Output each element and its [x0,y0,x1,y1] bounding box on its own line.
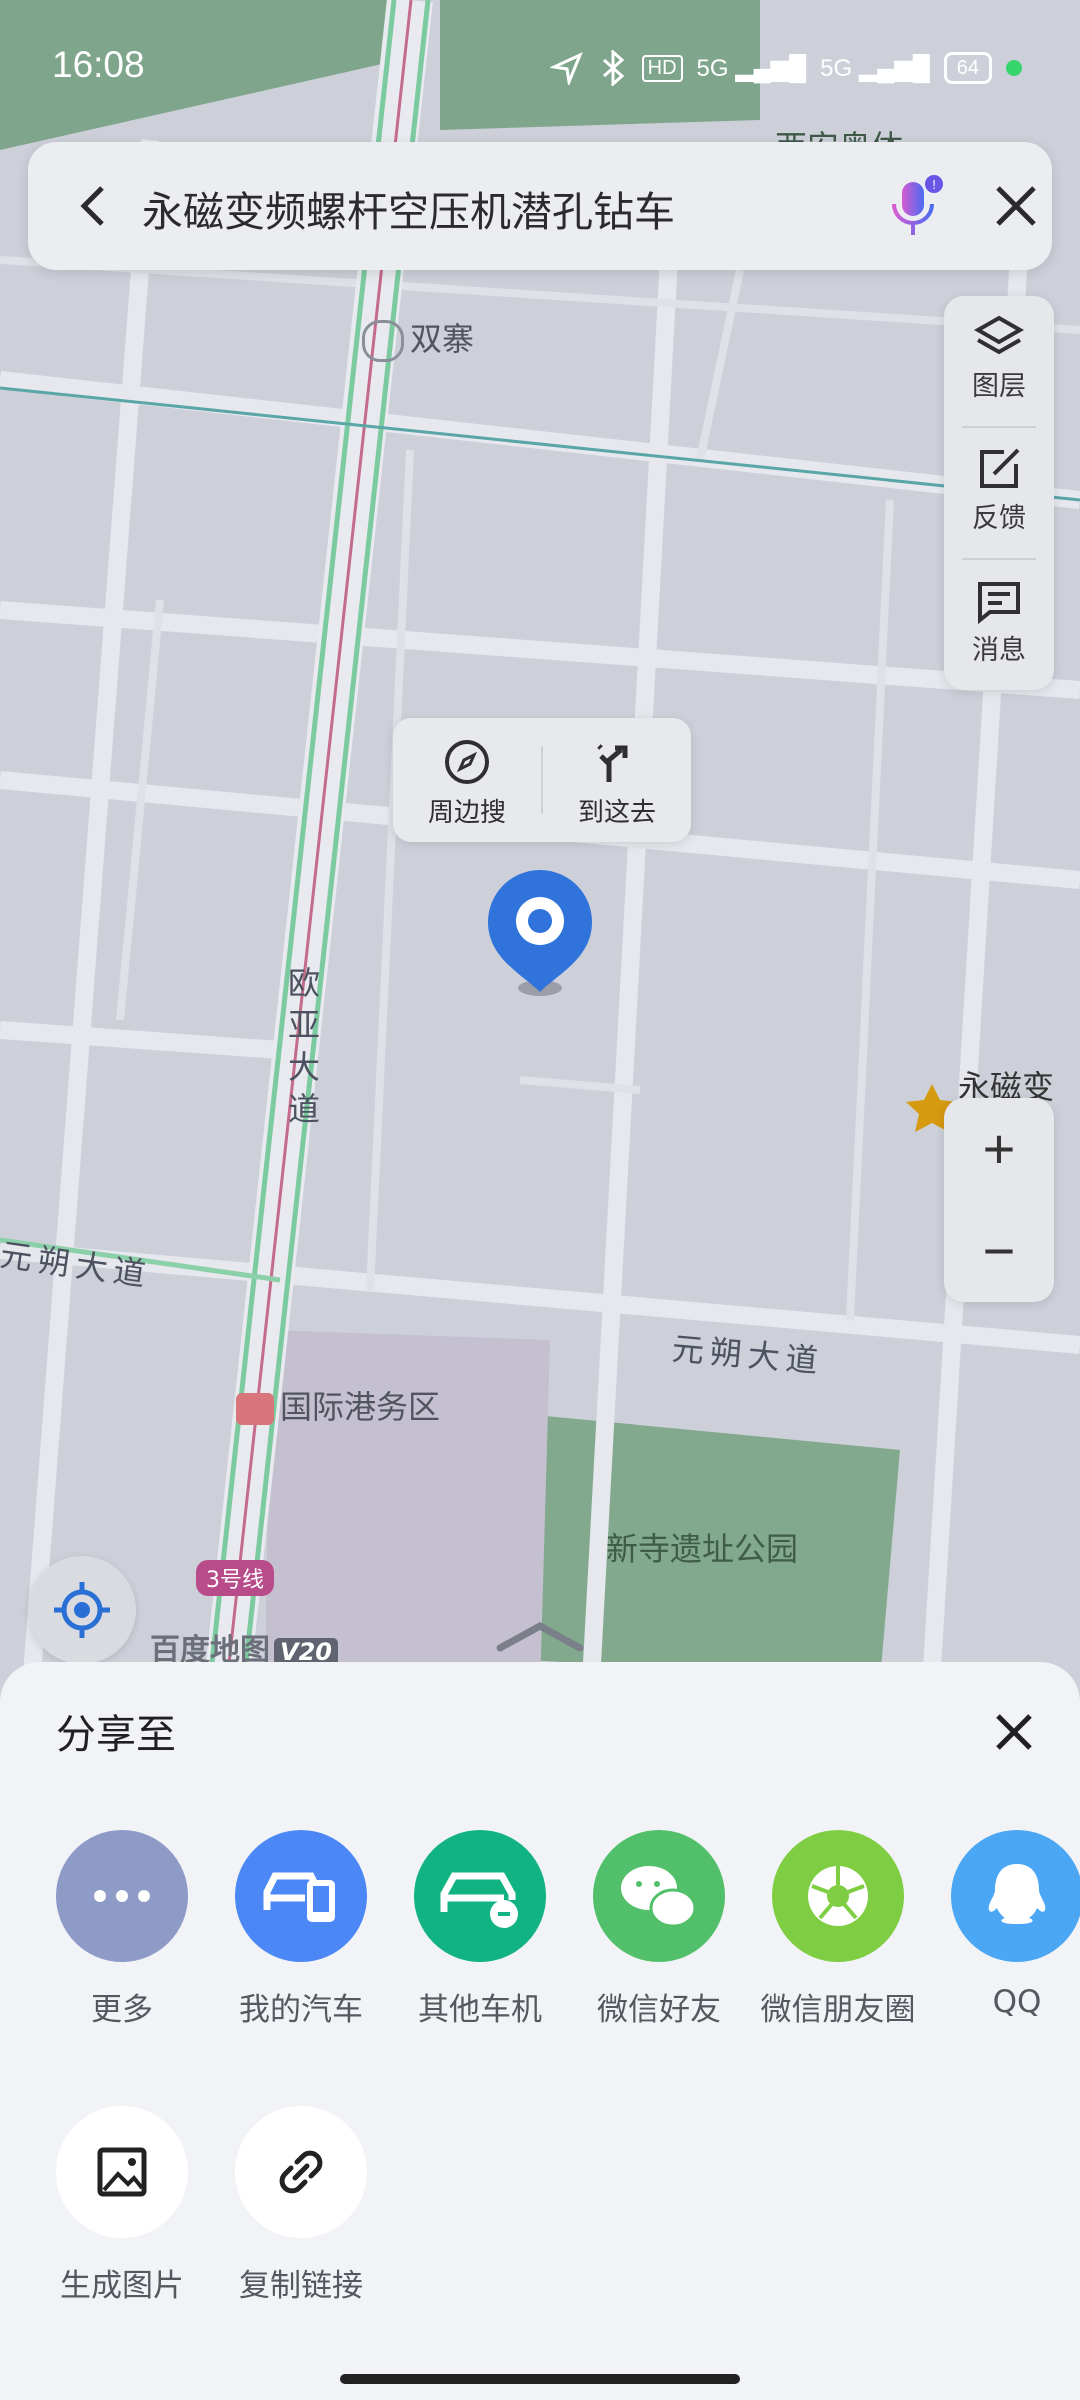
qq-icon [951,1830,1080,1962]
map-label-park: 新寺遗址公园 [606,1530,799,1568]
more-icon [56,1830,188,1962]
locate-me-button[interactable] [28,1556,136,1664]
share-other-car[interactable]: 其他车机 [395,1830,565,2029]
share-more[interactable]: 更多 [37,1830,207,2029]
layers-icon [974,315,1024,355]
privacy-dot [1006,60,1022,76]
hd-badge: HD [641,54,683,82]
svg-text:!: ! [932,177,936,192]
signal-2: 5G ▂▄▆█ [820,54,930,82]
image-icon [56,2106,188,2238]
status-time: 16:08 [52,44,145,85]
car-link-icon [414,1830,546,1962]
status-icons: HD 5G ▂▄▆█ 5G ▂▄▆█ 64 [549,50,1022,86]
go-here-button[interactable]: 到这去 [543,718,691,842]
feedback-button[interactable]: 反馈 [944,428,1054,546]
share-sheet-title: 分享至 [56,1712,176,1758]
clear-search-icon[interactable] [986,176,1046,236]
share-wechat-friend[interactable]: 微信好友 [574,1830,744,2029]
expand-chevron-icon[interactable] [494,1618,586,1654]
location-arrow-icon [549,52,583,85]
wechat-icon [593,1830,725,1962]
nearby-search-button[interactable]: 周边搜 [393,718,541,842]
share-generate-image[interactable]: 生成图片 [37,2106,207,2305]
map-tool-panel: 图层 反馈 消息 [944,296,1054,690]
locate-icon [54,1582,110,1638]
share-wechat-moments[interactable]: 微信朋友圈 [753,1830,923,2029]
share-qq[interactable]: QQ [932,1830,1080,2020]
map-label-ouya-road: 欧亚大道 [288,964,327,1128]
moments-icon [772,1830,904,1962]
zoom-in-button[interactable]: + [944,1098,1054,1200]
back-icon[interactable] [64,176,124,236]
search-query[interactable]: 永磁变频螺杆空压机潜孔钻车 [142,178,675,238]
voice-mic-icon[interactable]: ! [884,172,944,242]
close-share-sheet-icon[interactable] [984,1702,1044,1762]
route-icon [597,744,628,782]
link-icon [235,2106,367,2238]
layers-button[interactable]: 图层 [944,296,1054,414]
map-label-port-area: 国际港务区 [236,1382,440,1428]
home-indicator[interactable] [340,2374,740,2384]
my-car-icon [235,1830,367,1962]
share-copy-link[interactable]: 复制链接 [216,2106,386,2305]
map-label-shuangzhai: 双寨 [362,314,474,362]
bluetooth-icon [602,50,624,86]
search-bar[interactable]: 永磁变频螺杆空压机潜孔钻车 ! [28,142,1052,270]
feedback-icon [980,448,1020,488]
location-popup: 周边搜 到这去 [393,718,691,842]
share-sheet: 分享至 更多 我的汽车 其他车机 微信好友 微信朋友圈 QQ 生成图片 复制链接 [0,1662,1080,2400]
battery-indicator: 64 [943,52,992,84]
status-bar: 16:08 HD 5G ▂▄▆█ 5G ▂▄▆█ 64 [0,0,1080,140]
signal-1: 5G ▂▄▆█ [696,54,807,82]
metro-line-badge: 3号线 [196,1560,274,1596]
zoom-out-button[interactable]: − [944,1200,1054,1302]
compass-icon [445,740,489,784]
zoom-control: + − [944,1098,1054,1302]
message-icon [978,582,1020,624]
messages-button[interactable]: 消息 [944,560,1054,678]
share-my-car[interactable]: 我的汽车 [216,1830,386,2029]
